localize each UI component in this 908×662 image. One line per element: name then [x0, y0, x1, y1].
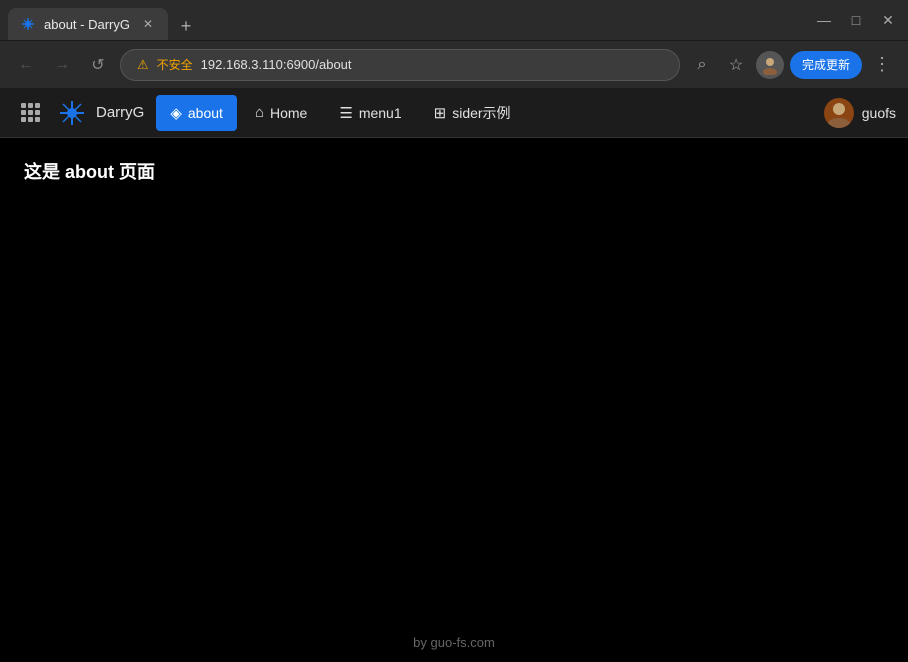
- app-logo-icon: [56, 97, 88, 129]
- nav-item-menu1[interactable]: ☰ menu1: [325, 95, 415, 131]
- app-navbar: DarryG ◈ about ⌂ Home ☰ menu1 ⊞ sider示例: [0, 88, 908, 138]
- page-footer: by guo-fs.com: [413, 635, 495, 650]
- back-button[interactable]: ←: [12, 51, 40, 79]
- app-logo: DarryG: [56, 97, 144, 129]
- profile-button[interactable]: [756, 51, 784, 79]
- update-button[interactable]: 完成更新: [790, 51, 862, 79]
- nav-item-home[interactable]: ⌂ Home: [241, 95, 321, 131]
- app-logo-text: DarryG: [96, 104, 144, 121]
- search-icon[interactable]: ⌕: [688, 51, 716, 79]
- user-avatar[interactable]: [824, 98, 854, 128]
- browser-frame: about - DarryG ✕ + — □ ✕ ← → ↺ ⚠ 不安全 192…: [0, 0, 908, 662]
- minimize-button[interactable]: —: [812, 8, 836, 32]
- refresh-button[interactable]: ↺: [84, 51, 112, 79]
- nav-item-about-label: about: [188, 105, 223, 121]
- tab-title: about - DarryG: [44, 17, 130, 32]
- user-name: guofs: [862, 105, 896, 121]
- new-tab-button[interactable]: +: [172, 12, 200, 40]
- tab-close-button[interactable]: ✕: [140, 16, 156, 32]
- address-actions: ⌕ ☆ 完成更新 ⋮: [688, 51, 896, 79]
- page-title: 这是 about 页面: [24, 162, 155, 182]
- url-bar[interactable]: ⚠ 不安全 192.168.3.110:6900/about: [120, 49, 680, 81]
- sider-nav-icon: ⊞: [434, 104, 447, 122]
- bookmark-icon[interactable]: ☆: [722, 51, 750, 79]
- title-bar: about - DarryG ✕ + — □ ✕: [0, 0, 908, 40]
- user-info: guofs: [824, 98, 896, 128]
- tab-favicon: [20, 16, 36, 32]
- window-controls: — □ ✕: [812, 8, 900, 32]
- browser-menu-button[interactable]: ⋮: [868, 51, 896, 79]
- nav-item-sider[interactable]: ⊞ sider示例: [420, 95, 525, 131]
- home-nav-icon: ⌂: [255, 104, 264, 121]
- nav-item-sider-label: sider示例: [452, 103, 510, 123]
- security-label: 不安全: [157, 56, 193, 73]
- address-bar: ← → ↺ ⚠ 不安全 192.168.3.110:6900/about ⌕ ☆…: [0, 40, 908, 88]
- close-button[interactable]: ✕: [876, 8, 900, 32]
- nav-item-about[interactable]: ◈ about: [156, 95, 237, 131]
- tab-bar: about - DarryG ✕ +: [8, 0, 806, 40]
- url-text: 192.168.3.110:6900/about: [201, 57, 663, 72]
- grid-icon: [21, 103, 40, 122]
- nav-item-menu1-label: menu1: [359, 105, 402, 121]
- about-nav-icon: ◈: [170, 104, 182, 122]
- security-icon: ⚠: [137, 57, 149, 73]
- maximize-button[interactable]: □: [844, 8, 868, 32]
- forward-button[interactable]: →: [48, 51, 76, 79]
- apps-grid-button[interactable]: [12, 95, 48, 131]
- nav-items: ◈ about ⌂ Home ☰ menu1 ⊞ sider示例: [156, 95, 823, 131]
- browser-tab[interactable]: about - DarryG ✕: [8, 8, 168, 40]
- nav-item-home-label: Home: [270, 105, 307, 121]
- page-content: 这是 about 页面 by guo-fs.com: [0, 138, 908, 662]
- menu1-nav-icon: ☰: [339, 104, 352, 122]
